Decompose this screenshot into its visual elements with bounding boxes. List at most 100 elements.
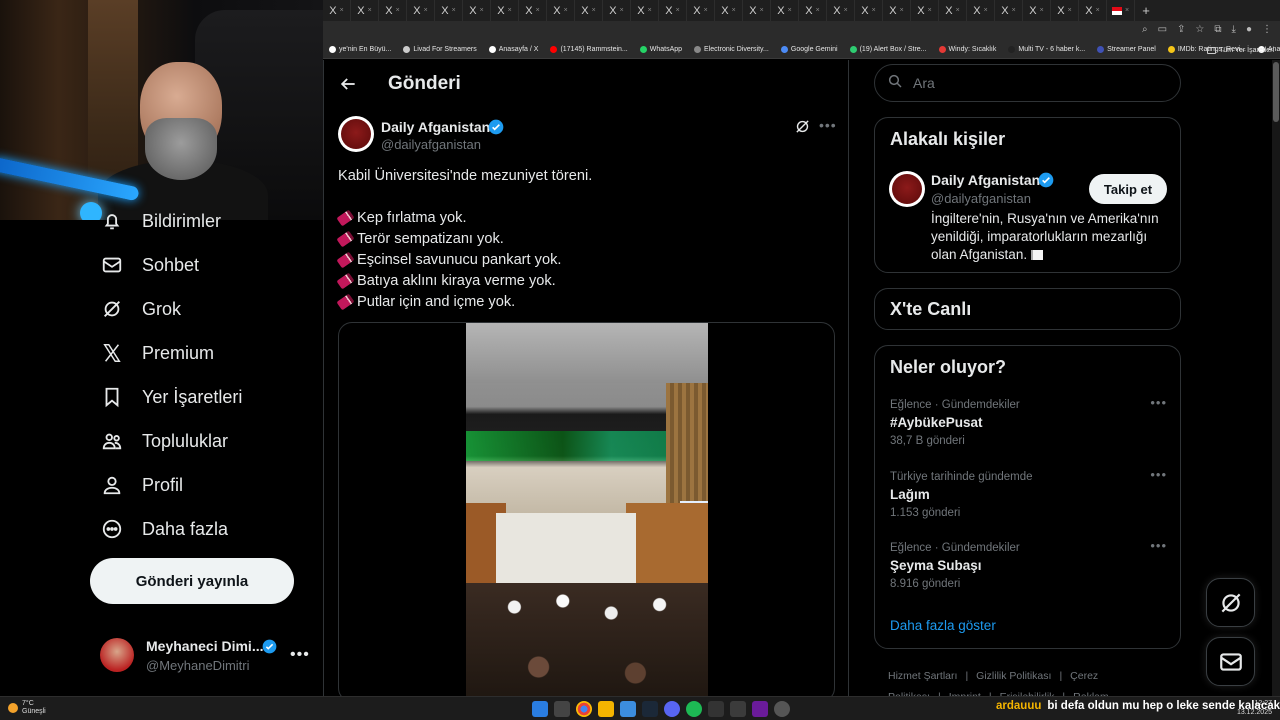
- back-arrow-icon[interactable]: [338, 74, 358, 94]
- browser-tab[interactable]: X ×: [603, 0, 631, 21]
- close-tab-icon[interactable]: ×: [564, 7, 568, 14]
- start-icon[interactable]: [532, 701, 548, 717]
- bookmark-item[interactable]: Google Gemini: [775, 46, 844, 53]
- search-box[interactable]: [874, 64, 1181, 102]
- sidebar-item-bookmarks[interactable]: Yer İşaretleri: [100, 382, 242, 412]
- browser-tab[interactable]: X ×: [743, 0, 771, 21]
- file-explorer-icon[interactable]: [598, 701, 614, 717]
- browser-tab[interactable]: X ×: [407, 0, 435, 21]
- bookmark-item[interactable]: WhatsApp: [634, 46, 688, 53]
- browser-tab[interactable]: X ×: [379, 0, 407, 21]
- close-tab-icon[interactable]: ×: [816, 7, 820, 14]
- close-tab-icon[interactable]: ×: [1096, 7, 1100, 14]
- browser-tab[interactable]: X ×: [827, 0, 855, 21]
- app-icon[interactable]: [752, 701, 768, 717]
- browser-tab[interactable]: X ×: [967, 0, 995, 21]
- search-input[interactable]: [913, 75, 1153, 91]
- close-tab-icon[interactable]: ×: [956, 7, 960, 14]
- browser-tab[interactable]: X ×: [799, 0, 827, 21]
- bookmark-item[interactable]: (17145) Rammstein...: [544, 46, 633, 53]
- close-tab-icon[interactable]: ×: [592, 7, 596, 14]
- downloads-icon[interactable]: ⤓: [1232, 24, 1236, 35]
- close-tab-icon[interactable]: ×: [928, 7, 932, 14]
- close-tab-icon[interactable]: ×: [704, 7, 708, 14]
- close-tab-icon[interactable]: ×: [788, 7, 792, 14]
- close-tab-icon[interactable]: ×: [648, 7, 652, 14]
- close-tab-icon[interactable]: ×: [1012, 7, 1016, 14]
- footer-link[interactable]: Hizmet Şartları: [888, 670, 957, 682]
- close-tab-icon[interactable]: ×: [508, 7, 512, 14]
- steam-icon[interactable]: [642, 701, 658, 717]
- close-tab-icon[interactable]: ×: [732, 7, 736, 14]
- tweet-author-handle[interactable]: @dailyafganistan: [381, 137, 481, 152]
- app-icon[interactable]: [774, 701, 790, 717]
- browser-tab[interactable]: X ×: [463, 0, 491, 21]
- x-live-card[interactable]: X'te Canlı: [874, 288, 1181, 330]
- bookmark-item[interactable]: Windy: Sıcaklık: [933, 46, 1003, 53]
- trend-item[interactable]: Eğlence · Gündemdekiler #AybükePusat 38,…: [890, 395, 1175, 447]
- related-handle[interactable]: @dailyafganistan: [931, 191, 1031, 206]
- browser-tab[interactable]: X ×: [883, 0, 911, 21]
- browser-tab[interactable]: X ×: [435, 0, 463, 21]
- browser-address-bar[interactable]: ⌕ ▭ ⇪ ☆ ⧉ ⤓ ● ⋮: [323, 21, 1280, 41]
- browser-tab[interactable]: X ×: [351, 0, 379, 21]
- trend-item[interactable]: Türkiye tarihinde gündemde Lağım 1.153 g…: [890, 467, 1175, 519]
- bookmark-item[interactable]: Streamer Panel: [1091, 46, 1162, 53]
- related-avatar[interactable]: [889, 171, 925, 207]
- related-name[interactable]: Daily Afganistan: [931, 172, 1040, 188]
- browser-tab[interactable]: X ×: [715, 0, 743, 21]
- share-icon[interactable]: ⇪: [1177, 24, 1185, 35]
- epic-games-icon[interactable]: [708, 701, 724, 717]
- browser-tab[interactable]: S×: [1107, 0, 1135, 21]
- grok-icon[interactable]: [794, 118, 811, 140]
- browser-tab[interactable]: X ×: [491, 0, 519, 21]
- close-tab-icon[interactable]: ×: [872, 7, 876, 14]
- browser-tab[interactable]: X ×: [911, 0, 939, 21]
- messages-floating-button[interactable]: [1206, 637, 1255, 686]
- close-tab-icon[interactable]: ×: [340, 7, 344, 14]
- browser-tab[interactable]: X ×: [323, 0, 351, 21]
- close-tab-icon[interactable]: ×: [760, 7, 764, 14]
- discord-icon[interactable]: [664, 701, 680, 717]
- scrollbar[interactable]: [1272, 60, 1280, 696]
- bookmark-item[interactable]: (19) Alert Box / Stre...: [844, 46, 933, 53]
- weather-widget[interactable]: 7°C Güneşli: [8, 700, 46, 716]
- sidebar-item-profile[interactable]: Profil: [100, 470, 183, 500]
- close-tab-icon[interactable]: ×: [424, 7, 428, 14]
- trend-more-icon[interactable]: •••: [1150, 467, 1167, 482]
- browser-tab[interactable]: X ×: [771, 0, 799, 21]
- bookmark-item[interactable]: Multi TV - 6 haber k...: [1002, 46, 1091, 53]
- tweet-author-name[interactable]: Daily Afganistan: [381, 119, 490, 135]
- grok-floating-button[interactable]: [1206, 578, 1255, 627]
- footer-link[interactable]: Gizlilik Politikası: [976, 670, 1051, 682]
- close-tab-icon[interactable]: ×: [620, 7, 624, 14]
- sidebar-item-chat[interactable]: Sohbet: [100, 250, 199, 280]
- browser-tab[interactable]: X ×: [547, 0, 575, 21]
- app-icon[interactable]: [620, 701, 636, 717]
- browser-tab[interactable]: X ×: [939, 0, 967, 21]
- account-switcher[interactable]: Meyhaneci Dimi... @MeyhaneDimitri •••: [100, 634, 315, 678]
- close-tab-icon[interactable]: ×: [984, 7, 988, 14]
- scrollbar-thumb[interactable]: [1273, 62, 1279, 122]
- new-tab-button[interactable]: +: [1135, 3, 1157, 18]
- cast-icon[interactable]: ▭: [1158, 24, 1167, 35]
- all-bookmarks-folder[interactable]: Tüm Yer İşaretleri: [1207, 41, 1274, 58]
- browser-tab[interactable]: X ×: [1079, 0, 1107, 21]
- menu-icon[interactable]: ⋮: [1262, 24, 1272, 35]
- sidebar-item-more[interactable]: Daha fazla: [100, 514, 228, 544]
- close-tab-icon[interactable]: ×: [676, 7, 680, 14]
- sidebar-item-premium[interactable]: Premium: [100, 338, 214, 368]
- search-taskbar-icon[interactable]: [554, 701, 570, 717]
- browser-tab[interactable]: X ×: [519, 0, 547, 21]
- spotify-icon[interactable]: [686, 701, 702, 717]
- close-tab-icon[interactable]: ×: [1068, 7, 1072, 14]
- account-more-icon[interactable]: •••: [290, 646, 310, 664]
- close-tab-icon[interactable]: ×: [536, 7, 540, 14]
- close-tab-icon[interactable]: ×: [1125, 7, 1129, 14]
- close-tab-icon[interactable]: ×: [368, 7, 372, 14]
- browser-tab[interactable]: X ×: [1023, 0, 1051, 21]
- close-tab-icon[interactable]: ×: [1040, 7, 1044, 14]
- bookmark-item[interactable]: Anasayfa / X: [483, 46, 545, 53]
- chrome-icon[interactable]: [576, 701, 592, 717]
- tweet-more-icon[interactable]: •••: [819, 117, 837, 133]
